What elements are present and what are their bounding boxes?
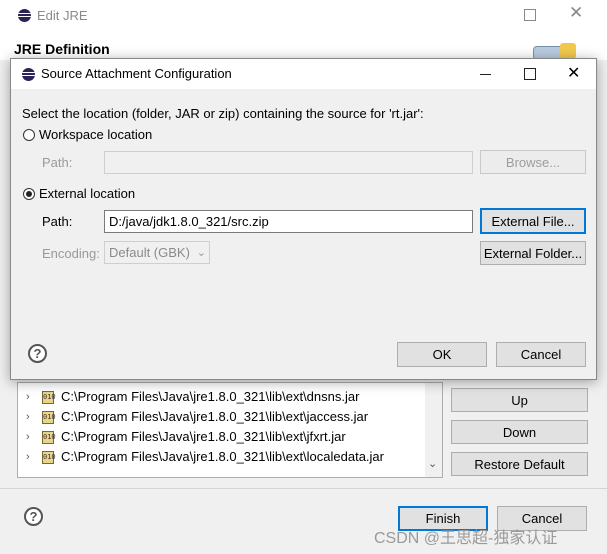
maximize-icon[interactable]	[524, 68, 536, 80]
close-icon[interactable]: ✕	[569, 3, 583, 23]
encoding-label: Encoding:	[42, 246, 100, 261]
jar-icon: 010	[42, 391, 56, 404]
browse-button[interactable]: Browse...	[480, 150, 586, 174]
external-location-label[interactable]: External location	[39, 186, 135, 201]
chevron-down-icon: ⌄	[196, 247, 206, 259]
encoding-select[interactable]: Default (GBK) ⌄	[104, 241, 210, 264]
dialog-cancel-button[interactable]: Cancel	[496, 342, 586, 367]
help-icon[interactable]: ?	[28, 344, 47, 363]
dialog-title: Source Attachment Configuration	[41, 66, 232, 81]
workspace-path-field[interactable]	[104, 151, 473, 174]
external-location-radio[interactable]	[23, 188, 35, 200]
source-attachment-dialog: Source Attachment Configuration ✕ Select…	[10, 58, 597, 380]
header-banner-icon-accent	[560, 43, 576, 59]
external-file-button[interactable]: External File...	[480, 208, 586, 234]
chevron-down-icon[interactable]: ⌄	[428, 457, 437, 470]
close-icon[interactable]: ✕	[567, 63, 580, 83]
parent-titlebar	[0, 0, 607, 32]
down-button[interactable]: Down	[451, 420, 588, 444]
jar-icon: 010	[42, 431, 56, 444]
encoding-value: Default (GBK)	[109, 245, 190, 260]
instruction-text: Select the location (folder, JAR or zip)…	[22, 106, 424, 121]
workspace-location-radio[interactable]	[23, 129, 35, 141]
restore-default-button[interactable]: Restore Default	[451, 452, 588, 476]
jar-icon: 010	[42, 411, 56, 424]
chevron-right-icon[interactable]: ›	[26, 431, 30, 443]
jar-path: C:\Program Files\Java\jre1.8.0_321\lib\e…	[61, 389, 360, 404]
chevron-right-icon[interactable]: ›	[26, 451, 30, 463]
maximize-icon[interactable]	[524, 9, 536, 21]
up-button[interactable]: Up	[451, 388, 588, 412]
jar-path: C:\Program Files\Java\jre1.8.0_321\lib\e…	[61, 449, 384, 464]
jar-icon: 010	[42, 451, 56, 464]
eclipse-icon	[22, 68, 35, 81]
watermark: CSDN @王思超-独家认证	[374, 530, 558, 547]
minimize-icon[interactable]	[480, 74, 491, 75]
external-path-label: Path:	[42, 214, 73, 229]
external-path-field[interactable]: D:/java/jdk1.8.0_321/src.zip	[104, 210, 473, 233]
parent-separator	[0, 488, 607, 489]
help-icon[interactable]: ?	[24, 507, 43, 526]
ok-button[interactable]: OK	[397, 342, 487, 367]
external-folder-button[interactable]: External Folder...	[480, 241, 586, 265]
eclipse-icon	[18, 9, 31, 22]
workspace-location-label[interactable]: Workspace location	[39, 127, 152, 142]
workspace-path-label: Path:	[42, 155, 73, 170]
jar-path: C:\Program Files\Java\jre1.8.0_321\lib\e…	[61, 409, 369, 424]
chevron-right-icon[interactable]: ›	[26, 411, 30, 423]
jar-path: C:\Program Files\Java\jre1.8.0_321\lib\e…	[61, 429, 346, 444]
jar-list[interactable]: › 010 C:\Program Files\Java\jre1.8.0_321…	[17, 382, 443, 478]
chevron-right-icon[interactable]: ›	[26, 391, 30, 403]
section-title: JRE Definition	[14, 41, 110, 57]
parent-window-title: Edit JRE	[37, 8, 88, 23]
